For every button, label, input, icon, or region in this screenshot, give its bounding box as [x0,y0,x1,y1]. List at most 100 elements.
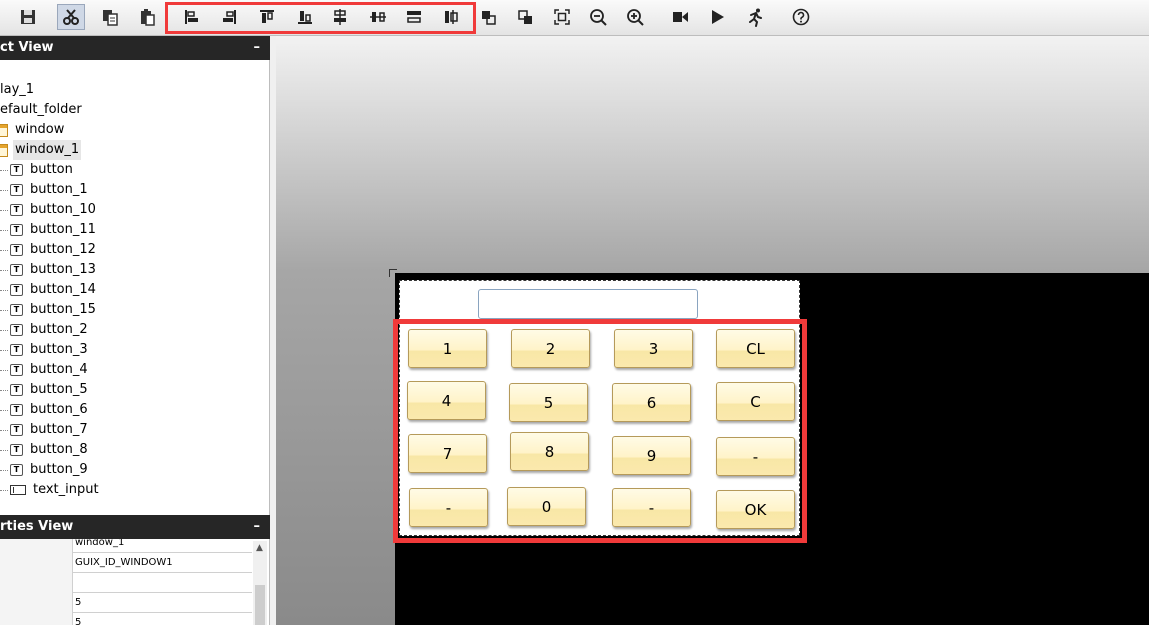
tree-item[interactable]: Tbutton_11 [0,220,98,240]
tree-connector [0,229,8,231]
copy-button[interactable] [96,4,124,30]
send-to-back-button[interactable] [511,4,539,30]
tree-item[interactable]: Tbutton_6 [0,400,90,420]
properties-scrollbar[interactable]: ▲ [253,541,267,625]
tree-item[interactable]: Tbutton_10 [0,200,98,220]
tree-item[interactable]: window [0,120,66,140]
tree-item-label: button_6 [30,402,88,417]
project-view-minimize-button[interactable]: – [254,36,261,60]
tree-connector [0,389,8,391]
cut-button[interactable] [57,4,85,30]
tree-item-label: window_1 [13,140,82,160]
tree-item-label: button_3 [30,342,88,357]
send-to-back-icon [518,10,532,24]
tree-item[interactable]: Tbutton_2 [0,320,90,340]
properties-view-minimize-button[interactable]: – [254,515,261,539]
tree-item[interactable]: Tbutton_15 [0,300,98,320]
run-application-icon [749,8,762,27]
tree-item-label: button_5 [30,382,88,397]
tree-item[interactable]: Tbutton_8 [0,440,90,460]
record-macro-button[interactable] [666,4,694,30]
paste-button[interactable] [133,4,161,30]
button-icon: T [10,324,23,336]
tree-connector [0,269,8,271]
properties-view-title: rties View [0,519,74,534]
zoom-out-button[interactable] [584,4,612,30]
tree-connector [0,469,8,471]
tree-item[interactable]: Tbutton_9 [0,460,90,480]
tree-item[interactable]: Tbutton_12 [0,240,98,260]
property-value[interactable]: 5 [75,593,81,613]
bring-to-front-button[interactable] [474,4,502,30]
button-icon: T [10,464,23,476]
tree-item[interactable]: Tbutton_13 [0,260,98,280]
tree-item[interactable]: lay_1 [0,80,36,100]
tree-item[interactable]: text_input [0,480,101,500]
tree-item-label: button_2 [30,322,88,337]
button-icon: T [10,184,23,196]
tree-item-label: button_15 [30,302,96,317]
tree-item[interactable]: Tbutton_14 [0,280,98,300]
tree-item-label: button_7 [30,422,88,437]
tree-item-label: lay_1 [0,82,35,97]
property-value[interactable]: window_1 [75,539,124,553]
property-row[interactable]: 5 [0,613,252,625]
help-button[interactable] [787,4,815,30]
project-tree: lay_1 efault_folder window window_1 Tbutton T… [0,60,270,515]
tree-connector [0,309,8,311]
tree-item-label: button_1 [30,182,88,197]
record-macro-icon [673,12,688,22]
tree-item[interactable]: Tbutton_7 [0,420,90,440]
property-value[interactable]: 5 [75,613,81,625]
tree-connector [0,489,8,491]
fit-to-window-button[interactable] [548,4,576,30]
tree-item-label: button [30,162,73,177]
tree-item-label: button_14 [30,282,96,297]
bring-to-front-icon [482,11,496,25]
tree-item-label: window [15,122,65,137]
button-icon: T [10,404,23,416]
selection-corner [389,269,397,277]
properties-grid: window_1 GUIX_ID_WINDOW1 5 5 ▲ [0,539,270,625]
property-row[interactable]: window_1 [0,539,252,553]
run-application-button[interactable] [741,4,769,30]
tree-item[interactable]: Tbutton_5 [0,380,90,400]
save-icon [21,10,35,24]
run-button[interactable] [703,4,731,30]
tree-connector [0,329,8,331]
tree-item[interactable]: efault_folder [0,100,84,120]
scroll-up-icon[interactable]: ▲ [256,543,263,553]
tree-item-label: button_13 [30,262,96,277]
save-button[interactable] [14,4,42,30]
scrollbar-thumb[interactable] [255,585,265,625]
tree-item-label: button_11 [30,222,96,237]
tree-item-label: efault_folder [0,102,82,117]
property-row[interactable]: 5 [0,593,252,613]
button-icon: T [10,384,23,396]
fit-to-window-icon [554,9,570,25]
tree-connector [0,209,8,211]
zoom-out-icon [590,9,607,26]
tree-item[interactable]: window_1 [0,140,82,160]
button-icon: T [10,444,23,456]
tree-item[interactable]: Tbutton_1 [0,180,90,200]
property-value[interactable]: GUIX_ID_WINDOW1 [75,553,173,573]
tree-item[interactable]: Tbutton [0,160,75,180]
help-icon [792,8,810,26]
text-input-widget[interactable] [478,289,698,319]
project-view-title: ct View [0,40,54,55]
tree-item-label: button_9 [30,462,88,477]
tree-item-label: button_10 [30,202,96,217]
property-row[interactable]: GUIX_ID_WINDOW1 [0,553,252,573]
tree-item[interactable]: Tbutton_3 [0,340,90,360]
property-row[interactable] [0,573,252,593]
button-icon: T [10,244,23,256]
zoom-in-button[interactable] [621,4,649,30]
button-icon: T [10,304,23,316]
button-icon: T [10,284,23,296]
tree-item[interactable]: Tbutton_4 [0,360,90,380]
button-icon: T [10,264,23,276]
button-icon: T [10,344,23,356]
cut-icon [63,9,79,25]
window-icon [0,123,8,137]
